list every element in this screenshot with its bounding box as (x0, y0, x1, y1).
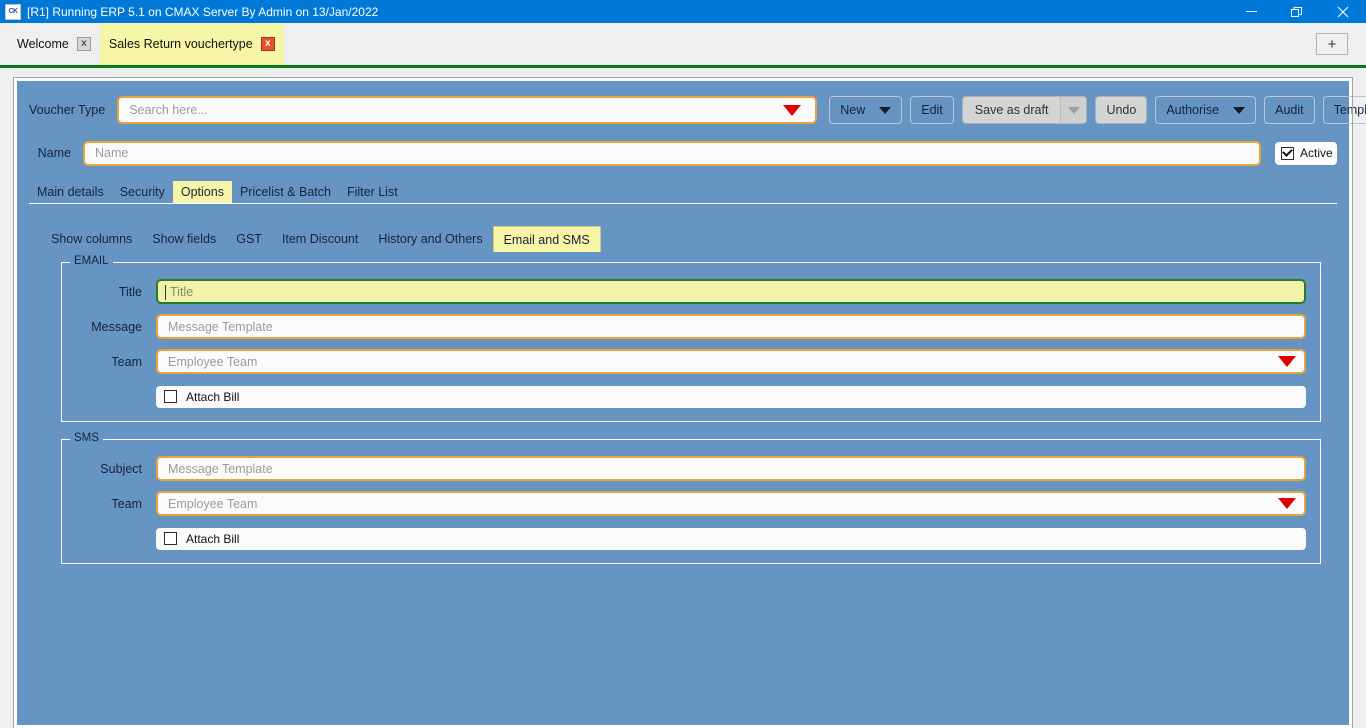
sms-attach-bill-label: Attach Bill (186, 531, 240, 546)
sms-subject-placeholder: Message Template (168, 461, 273, 476)
sms-team-row: Team Employee Team (76, 491, 1306, 516)
email-section: EMAIL Title Title Message Message Templa… (61, 255, 1321, 422)
sms-team-label: Team (111, 496, 142, 511)
sms-attach-bill-checkbox[interactable]: Attach Bill (156, 527, 1306, 550)
document-tabstrip: Welcome x Sales Return vouchertype x + (0, 23, 1366, 65)
name-placeholder: Name (95, 146, 129, 160)
subtab-show-columns[interactable]: Show columns (41, 226, 142, 252)
undo-button-label: Undo (1106, 103, 1137, 117)
sms-section: SMS Subject Message Template Team Employ… (61, 432, 1321, 564)
edit-button[interactable]: Edit (910, 96, 954, 124)
sms-subject-input[interactable]: Message Template (156, 456, 1306, 481)
save-as-draft-button[interactable]: Save as draft (961, 96, 1088, 124)
email-team-dropdown[interactable]: Employee Team (156, 349, 1306, 374)
minimize-icon[interactable] (1228, 0, 1274, 23)
email-attach-bill-checkbox[interactable]: Attach Bill (156, 385, 1306, 408)
email-team-row: Team Employee Team (76, 349, 1306, 374)
tab-add-container: + (1316, 23, 1366, 65)
voucher-type-placeholder: Search here... (129, 103, 208, 117)
tab-main-details[interactable]: Main details (29, 181, 112, 203)
chevron-down-icon[interactable] (1278, 356, 1296, 367)
tab-filter-list[interactable]: Filter List (339, 181, 406, 203)
save-as-draft-label: Save as draft (962, 97, 1061, 123)
voucher-type-row: Voucher Type Search here... New Edit Sav… (29, 95, 1366, 125)
subtab-item-discount[interactable]: Item Discount (272, 226, 368, 252)
tab-options[interactable]: Options (172, 180, 232, 203)
workspace: Voucher Type Search here... New Edit Sav… (0, 68, 1366, 728)
chevron-down-icon[interactable] (783, 104, 802, 116)
template-button[interactable]: Template (1322, 96, 1366, 124)
sms-subject-row: Subject Message Template (76, 456, 1306, 481)
form-toolbar: New Edit Save as draft Undo Authorise Au… (829, 96, 1366, 124)
authorise-button[interactable]: Authorise (1155, 96, 1257, 124)
audit-button-label: Audit (1275, 103, 1304, 117)
chevron-down-icon (879, 106, 892, 114)
template-button-label: Template (1333, 103, 1366, 117)
name-row: Name Name Active (29, 140, 1337, 166)
name-label: Name (37, 146, 71, 160)
active-checkbox-label: Active (1300, 146, 1333, 160)
sms-team-dropdown[interactable]: Employee Team (156, 491, 1306, 516)
email-message-label: Message (91, 319, 142, 334)
subtab-history-and-others[interactable]: History and Others (368, 226, 492, 252)
subtab-gst[interactable]: GST (226, 226, 272, 252)
email-attach-bill-box[interactable] (164, 390, 177, 403)
sms-attach-bill-row: Attach Bill (156, 526, 1306, 551)
voucher-type-search-input[interactable]: Search here... (117, 96, 818, 124)
subtab-show-fields[interactable]: Show fields (142, 226, 226, 252)
email-attach-bill-row: Attach Bill (156, 384, 1306, 409)
email-team-placeholder: Employee Team (168, 354, 258, 369)
audit-button[interactable]: Audit (1264, 96, 1315, 124)
tab-pricelist-and-batch[interactable]: Pricelist & Batch (232, 181, 339, 203)
tab-sales-return-vouchertype-label: Sales Return vouchertype (108, 37, 253, 51)
sms-team-placeholder: Employee Team (168, 496, 258, 511)
window-titlebar: CK [R1] Running ERP 5.1 on CMAX Server B… (0, 0, 1366, 23)
tab-welcome-label: Welcome (17, 37, 69, 51)
tab-security[interactable]: Security (112, 181, 173, 203)
close-icon[interactable] (1320, 0, 1366, 23)
active-checkbox-box[interactable] (1281, 146, 1294, 160)
main-tab-bar: Main details Security Options Pricelist … (29, 180, 1337, 204)
tab-welcome-close-icon[interactable]: x (76, 37, 91, 51)
edit-button-label: Edit (921, 103, 943, 117)
email-title-row: Title Title (76, 279, 1306, 304)
sms-section-legend: SMS (70, 432, 103, 444)
chevron-down-icon[interactable] (1278, 498, 1296, 509)
chevron-down-icon (1067, 106, 1080, 114)
email-team-label: Team (111, 354, 142, 369)
name-input[interactable]: Name (83, 140, 1261, 166)
email-section-legend: EMAIL (70, 255, 113, 267)
email-attach-bill-label: Attach Bill (186, 389, 240, 404)
chevron-down-icon (1233, 106, 1246, 114)
email-message-row: Message Message Template (76, 314, 1306, 339)
app-icon: CK (5, 3, 21, 20)
tab-welcome[interactable]: Welcome x (8, 23, 100, 65)
undo-button[interactable]: Undo (1095, 96, 1148, 124)
sms-attach-bill-box[interactable] (164, 532, 177, 545)
subtab-email-and-sms[interactable]: Email and SMS (492, 226, 601, 252)
window-title: [R1] Running ERP 5.1 on CMAX Server By A… (27, 4, 379, 19)
restore-icon[interactable] (1274, 0, 1320, 23)
new-button-label: New (840, 103, 866, 117)
authorise-button-label: Authorise (1166, 103, 1220, 117)
email-message-placeholder: Message Template (168, 319, 273, 334)
vouchertype-form-panel: Voucher Type Search here... New Edit Sav… (13, 77, 1366, 728)
add-tab-button[interactable]: + (1316, 33, 1348, 55)
tab-sales-return-vouchertype-close-icon[interactable]: x (260, 37, 275, 51)
new-button[interactable]: New (829, 96, 903, 124)
save-as-draft-dropdown[interactable] (1060, 97, 1087, 123)
window-controls (1228, 0, 1366, 23)
email-title-label: Title (118, 284, 142, 299)
tab-list: Welcome x Sales Return vouchertype x (0, 23, 284, 65)
active-checkbox[interactable]: Active (1275, 141, 1337, 165)
sms-subject-label: Subject (100, 461, 142, 476)
voucher-type-label: Voucher Type (29, 103, 106, 117)
tab-sales-return-vouchertype[interactable]: Sales Return vouchertype x (99, 23, 284, 65)
email-title-placeholder: Title (170, 284, 194, 299)
email-message-input[interactable]: Message Template (156, 314, 1306, 339)
email-title-input[interactable]: Title (156, 279, 1306, 304)
sub-tab-bar: Show columns Show fields GST Item Discou… (41, 226, 1337, 252)
